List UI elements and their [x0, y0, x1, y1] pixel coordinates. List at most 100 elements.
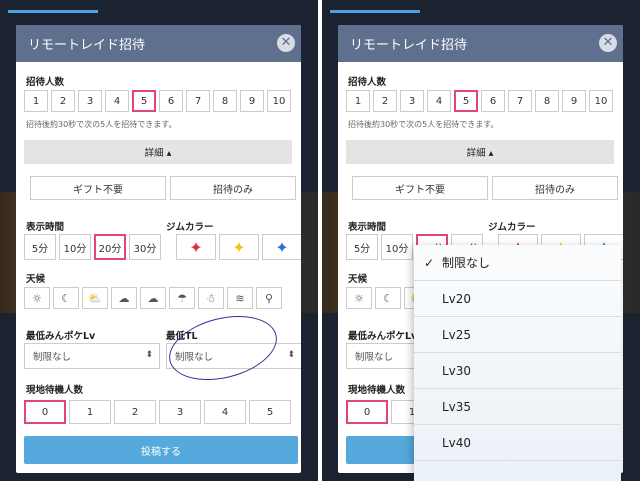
- invite-count-option[interactable]: 3: [400, 90, 424, 112]
- gym-color-label: ジムカラー: [166, 222, 214, 233]
- invite-count-option[interactable]: 4: [427, 90, 451, 112]
- gift-not-needed-button[interactable]: ギフト不要: [30, 176, 166, 200]
- weather-icon[interactable]: ☼: [346, 287, 372, 309]
- invite-count-option[interactable]: 7: [508, 90, 532, 112]
- local-waiting-option[interactable]: 0: [346, 400, 388, 424]
- invite-count-option[interactable]: 2: [51, 90, 75, 112]
- left-screenshot: リモートレイド招待 ✕ 招待人数 1 2 3 4 5 6 7 8 9 10 招待後約30秒で次の5…: [0, 0, 318, 481]
- min-level-value: 制限なし: [33, 352, 72, 363]
- team-emblem-icon: ✦: [189, 237, 203, 257]
- detail-toggle-button[interactable]: 詳細 ▴: [24, 140, 292, 164]
- local-waiting-option[interactable]: 4: [204, 400, 246, 424]
- local-waiting-option[interactable]: 2: [114, 400, 156, 424]
- dropdown-option[interactable]: Lv20: [414, 281, 621, 317]
- dropdown-option-label: Lv40: [442, 435, 472, 450]
- local-waiting-label: 現地待機人数: [348, 385, 406, 396]
- modal-header: リモートレイド招待 ✕: [16, 25, 301, 62]
- invite-count-option[interactable]: 6: [159, 90, 183, 112]
- dropdown-option[interactable]: Lv40: [414, 425, 621, 461]
- invite-count-row: 1 2 3 4 5 6 7 8 9 10: [346, 90, 613, 112]
- display-time-label: 表示時間: [26, 222, 65, 233]
- select-arrows-icon: ⬍: [145, 350, 153, 360]
- weather-icon[interactable]: ☾: [375, 287, 401, 309]
- local-waiting-option[interactable]: 0: [24, 400, 66, 424]
- close-icon[interactable]: ✕: [277, 34, 295, 52]
- gift-not-needed-button[interactable]: ギフト不要: [352, 176, 488, 200]
- dropdown-option[interactable]: ✓ 制限なし: [414, 245, 621, 281]
- invite-count-label: 招待人数: [26, 77, 65, 88]
- display-time-option[interactable]: 20分: [94, 234, 126, 260]
- invite-count-option[interactable]: 1: [24, 90, 48, 112]
- dropdown-option-label: Lv35: [442, 399, 472, 414]
- local-waiting-option[interactable]: 5: [249, 400, 291, 424]
- gym-color-option[interactable]: ✦: [219, 234, 259, 260]
- display-time-option[interactable]: 5分: [24, 234, 56, 260]
- weather-icon[interactable]: ☼: [24, 287, 50, 309]
- raid-invite-modal: リモートレイド招待 ✕ 招待人数 1 2 3 4 5 6 7 8 9 10 招待後約30秒で次の5…: [16, 25, 301, 473]
- invite-count-option[interactable]: 7: [186, 90, 210, 112]
- display-time-option[interactable]: 10分: [381, 234, 413, 260]
- display-time-option[interactable]: 10分: [59, 234, 91, 260]
- invite-count-option[interactable]: 3: [78, 90, 102, 112]
- gym-color-option[interactable]: ✦: [176, 234, 216, 260]
- invite-count-option[interactable]: 5: [132, 90, 156, 112]
- invite-only-button[interactable]: 招待のみ: [170, 176, 296, 200]
- weather-icon[interactable]: ⚲: [256, 287, 282, 309]
- right-screenshot: リモートレイド招待 ✕ 招待人数 1 2 3 4 5 6 7 8 9 10 招待後約30秒で次の5…: [322, 0, 640, 481]
- invite-count-option[interactable]: 6: [481, 90, 505, 112]
- weather-icon[interactable]: ☁: [111, 287, 137, 309]
- invite-count-option[interactable]: 2: [373, 90, 397, 112]
- invite-count-option[interactable]: 8: [535, 90, 559, 112]
- min-level-label: 最低みんポケLv: [348, 331, 418, 342]
- local-waiting-option[interactable]: 3: [159, 400, 201, 424]
- gym-color-row: ✦ ✦ ✦: [176, 234, 301, 260]
- modal-title: リモートレイド招待: [28, 38, 146, 53]
- select-arrows-icon: ⬍: [287, 350, 295, 360]
- local-waiting-option[interactable]: 1: [69, 400, 111, 424]
- invite-note: 招待後約30秒で次の5人を招待できます。: [348, 120, 499, 129]
- min-level-dropdown: ✓ 制限なし Lv20 Lv25 Lv30 Lv35 Lv40: [414, 245, 621, 481]
- invite-count-option[interactable]: 10: [267, 90, 291, 112]
- invite-count-row: 1 2 3 4 5 6 7 8 9 10: [24, 90, 291, 112]
- local-waiting-row: 012345: [24, 400, 291, 424]
- team-emblem-icon: ✦: [232, 237, 246, 257]
- dropdown-option-label: Lv30: [442, 363, 472, 378]
- invite-count-option[interactable]: 1: [346, 90, 370, 112]
- invite-count-option[interactable]: 8: [213, 90, 237, 112]
- dropdown-option[interactable]: Lv35: [414, 389, 621, 425]
- invite-count-label: 招待人数: [348, 77, 387, 88]
- gym-color-option[interactable]: ✦: [262, 234, 301, 260]
- close-icon[interactable]: ✕: [599, 34, 617, 52]
- weather-icon[interactable]: ≋: [227, 287, 253, 309]
- invite-count-option[interactable]: 5: [454, 90, 478, 112]
- dropdown-option[interactable]: Lv25: [414, 317, 621, 353]
- modal-title: リモートレイド招待: [350, 38, 468, 53]
- invite-only-button[interactable]: 招待のみ: [492, 176, 618, 200]
- modal-header: リモートレイド招待 ✕: [338, 25, 623, 62]
- dropdown-option-label: Lv20: [442, 291, 472, 306]
- weather-icon[interactable]: ☃: [198, 287, 224, 309]
- dropdown-option[interactable]: Lv30: [414, 353, 621, 389]
- display-time-option[interactable]: 5分: [346, 234, 378, 260]
- weather-icon[interactable]: ☾: [53, 287, 79, 309]
- weather-label: 天候: [348, 274, 368, 285]
- dropdown-option-label: Lv25: [442, 327, 472, 342]
- invite-count-option[interactable]: 4: [105, 90, 129, 112]
- invite-count-option[interactable]: 10: [589, 90, 613, 112]
- weather-icon[interactable]: ☂: [169, 287, 195, 309]
- detail-toggle-button[interactable]: 詳細 ▴: [346, 140, 614, 164]
- dropdown-option-label: 制限なし: [442, 256, 491, 270]
- gym-color-label: ジムカラー: [488, 222, 536, 233]
- display-time-option[interactable]: 30分: [129, 234, 161, 260]
- weather-icon[interactable]: ☁: [140, 287, 166, 309]
- invite-count-option[interactable]: 9: [240, 90, 264, 112]
- weather-icon[interactable]: ⛅: [82, 287, 108, 309]
- checkmark-icon: ✓: [424, 255, 435, 270]
- local-waiting-label: 現地待機人数: [26, 385, 84, 396]
- min-level-select[interactable]: 制限なし ⬍: [24, 343, 160, 369]
- post-button[interactable]: 投稿する: [24, 436, 298, 464]
- display-time-row: 5分10分20分30分: [24, 234, 161, 260]
- display-time-label: 表示時間: [348, 222, 387, 233]
- weather-label: 天候: [26, 274, 46, 285]
- invite-count-option[interactable]: 9: [562, 90, 586, 112]
